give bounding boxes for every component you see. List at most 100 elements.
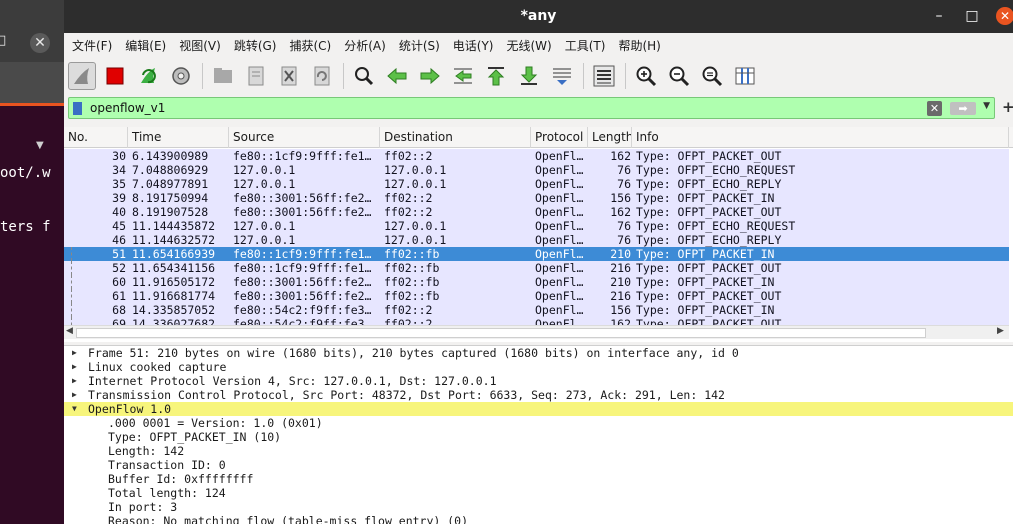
reload-file-icon[interactable]	[308, 62, 336, 90]
autoscroll-icon[interactable]	[548, 62, 576, 90]
column-header-proto[interactable]: Protocol	[531, 127, 588, 148]
packet-row[interactable]: 60 11.916505172 fe80::3001:56ff:fe2… ff02::…	[64, 275, 1009, 289]
packet-row[interactable]: 61 11.916681774 fe80::3001:56ff:fe2… ff02::…	[64, 289, 1009, 303]
collapsed-arrow-icon[interactable]: ▶	[72, 374, 82, 388]
packet-len-cell: 216	[610, 261, 631, 275]
go-forward-icon[interactable]	[416, 62, 444, 90]
display-filter-value[interactable]: openflow_v1	[90, 101, 165, 115]
menu-item-3[interactable]: 跳转(G)	[234, 37, 277, 54]
menu-item-4[interactable]: 捕获(C)	[289, 37, 331, 54]
packet-proto-cell: OpenFl…	[535, 261, 584, 275]
menu-item-10[interactable]: 帮助(H)	[618, 37, 660, 54]
go-to-packet-icon[interactable]	[449, 62, 477, 90]
go-back-icon[interactable]	[383, 62, 411, 90]
detail-field[interactable]: .000 0001 = Version: 1.0 (0x01)	[64, 416, 1013, 430]
detail-field[interactable]: Transaction ID: 0	[64, 458, 1013, 472]
detail-field[interactable]: Total length: 124	[64, 486, 1013, 500]
expanded-arrow-icon[interactable]: ▼	[72, 402, 82, 416]
packet-no-cell: 51	[112, 247, 126, 261]
clear-filter-icon[interactable]: ✕	[927, 101, 942, 116]
detail-field[interactable]: In port: 3	[64, 500, 1013, 514]
menu-item-0[interactable]: 文件(F)	[72, 37, 112, 54]
collapsed-arrow-icon[interactable]: ▶	[72, 388, 82, 402]
packet-row[interactable]: 46 11.144632572 127.0.0.1 127.0.0.1 OpenFl… 7…	[64, 233, 1009, 247]
chevron-down-icon[interactable]: ▼	[983, 101, 990, 111]
menu-item-2[interactable]: 视图(V)	[179, 37, 221, 54]
background-tab-close-icon[interactable]: ✕	[30, 33, 50, 53]
maximize-button[interactable]: □	[963, 7, 981, 25]
column-header-time[interactable]: Time	[128, 127, 229, 148]
find-packet-icon[interactable]	[350, 62, 378, 90]
zoom-reset-icon[interactable]	[698, 62, 726, 90]
detail-layer[interactable]: ▶ Internet Protocol Version 4, Src: 127.0…	[64, 374, 1013, 388]
add-filter-button-icon[interactable]: +	[1002, 98, 1013, 116]
scrollbar-thumb[interactable]	[76, 328, 926, 338]
menu-item-6[interactable]: 统计(S)	[399, 37, 440, 54]
detail-layer[interactable]: ▶ Transmission Control Protocol, Src Port…	[64, 388, 1013, 402]
packet-dst-cell: ff02::fb	[384, 289, 440, 303]
packet-details-tree[interactable]: ▶ Frame 51: 210 bytes on wire (1680 bits)…	[64, 345, 1013, 524]
horizontal-scrollbar[interactable]: ◀ ▶	[64, 325, 1009, 339]
detail-field[interactable]: Type: OFPT_PACKET_IN (10)	[64, 430, 1013, 444]
packet-row[interactable]: 35 7.048977891 127.0.0.1 127.0.0.1 OpenFl… 76…	[64, 177, 1009, 191]
menu-item-8[interactable]: 无线(W)	[507, 37, 552, 54]
close-button[interactable]: ✕	[996, 7, 1013, 25]
packet-row[interactable]: 30 6.143900989 fe80::1cf9:9fff:fe1… ff02::2…	[64, 149, 1009, 163]
go-last-icon[interactable]	[515, 62, 543, 90]
packet-row[interactable]: 39 8.191750994 fe80::3001:56ff:fe2… ff02::2…	[64, 191, 1009, 205]
minimize-button[interactable]: –	[930, 7, 948, 25]
column-header-len[interactable]: Length	[588, 127, 632, 148]
detail-field[interactable]: Reason: No matching flow (table-miss flo…	[64, 514, 1013, 524]
packet-info-cell: Type: OFPT_PACKET_OUT	[636, 261, 782, 275]
collapsed-arrow-icon[interactable]: ▶	[72, 346, 82, 360]
detail-field[interactable]: Length: 142	[64, 444, 1013, 458]
display-filter-input[interactable]: openflow_v1 ✕ ➡ ▼	[68, 97, 995, 119]
menu-item-9[interactable]: 工具(T)	[565, 37, 606, 54]
go-first-icon[interactable]	[482, 62, 510, 90]
packet-row[interactable]: 52 11.654341156 fe80::1cf9:9fff:fe1… ff02::…	[64, 261, 1009, 275]
resize-columns-icon[interactable]	[731, 62, 759, 90]
packet-row-selected[interactable]: 51 11.654166939 fe80::1cf9:9fff:fe1… ff02::…	[64, 247, 1009, 261]
open-file-icon[interactable]	[209, 62, 237, 90]
detail-layer[interactable]: ▶ Linux cooked capture	[64, 360, 1013, 374]
detail-field[interactable]: Buffer Id: 0xffffffff	[64, 472, 1013, 486]
detail-layer[interactable]: ▼ OpenFlow 1.0	[64, 402, 1013, 416]
apply-filter-icon[interactable]: ➡	[950, 102, 976, 115]
packet-row[interactable]: 45 11.144435872 127.0.0.1 127.0.0.1 OpenFl… 7…	[64, 219, 1009, 233]
chevron-down-icon[interactable]: ▼	[36, 140, 44, 151]
packet-list[interactable]: No. Time Source Destination Protocol Length In…	[64, 127, 1013, 342]
colorize-icon[interactable]	[590, 62, 618, 90]
packet-time-cell: 11.916681774	[132, 289, 216, 303]
close-file-icon[interactable]	[275, 62, 303, 90]
packet-src-cell: 127.0.0.1	[233, 163, 296, 177]
packet-row[interactable]: 40 8.191907528 fe80::3001:56ff:fe2… ff02::2…	[64, 205, 1009, 219]
column-header-dst[interactable]: Destination	[380, 127, 531, 148]
packet-row[interactable]: 34 7.048806929 127.0.0.1 127.0.0.1 OpenFl… 76…	[64, 163, 1009, 177]
column-header-src[interactable]: Source	[229, 127, 380, 148]
terminal-output-line: ters f	[0, 219, 51, 235]
packet-list-rows[interactable]: 30 6.143900989 fe80::1cf9:9fff:fe1… ff02::2…	[64, 149, 1009, 325]
column-header-info[interactable]: Info	[632, 127, 1009, 148]
capture-options-icon[interactable]	[167, 62, 195, 90]
window-title: *any	[520, 8, 557, 24]
packet-row[interactable]: 69 14.336027682 fe80::54c2:f9ff:fe3… ff02::…	[64, 317, 1009, 325]
restart-capture-icon[interactable]	[134, 62, 162, 90]
packet-row[interactable]: 68 14.335857052 fe80::54c2:f9ff:fe3… ff02::…	[64, 303, 1009, 317]
zoom-in-icon[interactable]	[632, 62, 660, 90]
toolbar-separator	[202, 63, 203, 89]
scroll-right-icon[interactable]: ▶	[997, 326, 1004, 336]
zoom-out-icon[interactable]	[665, 62, 693, 90]
shark-fin-icon[interactable]	[68, 62, 96, 90]
background-terminal-window[interactable]: □ ✕ ▼ oot/.w ters f	[0, 0, 64, 524]
menu-item-1[interactable]: 编辑(E)	[125, 37, 166, 54]
column-header-no[interactable]: No.	[64, 127, 128, 148]
detail-layer[interactable]: ▶ Frame 51: 210 bytes on wire (1680 bits)…	[64, 346, 1013, 360]
bookmark-icon[interactable]	[73, 102, 82, 115]
menu-item-5[interactable]: 分析(A)	[344, 37, 386, 54]
stop-capture-icon[interactable]	[101, 62, 129, 90]
collapsed-arrow-icon[interactable]: ▶	[72, 360, 82, 374]
scroll-left-icon[interactable]: ◀	[66, 326, 73, 336]
menu-item-7[interactable]: 电话(Y)	[453, 37, 494, 54]
save-file-icon[interactable]	[242, 62, 270, 90]
background-terminal-tabbar: ▼	[0, 62, 64, 151]
